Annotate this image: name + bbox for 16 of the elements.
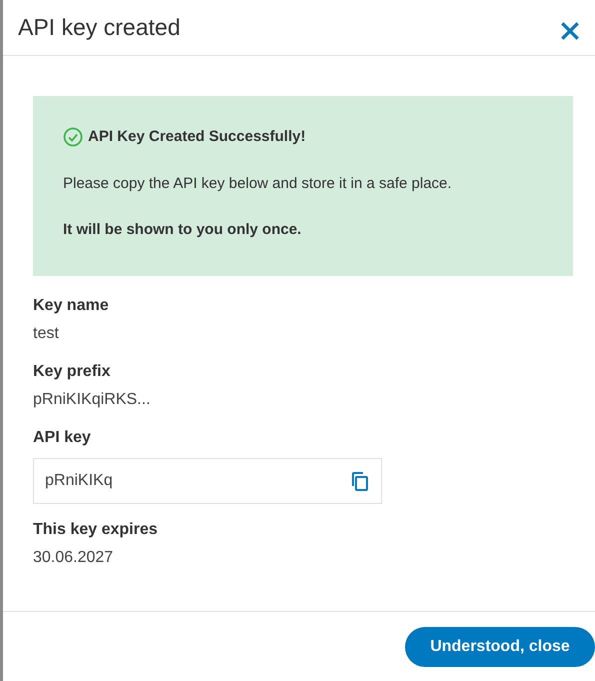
close-icon[interactable] (559, 20, 581, 42)
alert-title: API Key Created Successfully! (88, 127, 306, 147)
check-circle-icon (63, 127, 83, 148)
field-value: pRniKIKqiRKS... (33, 390, 152, 410)
field-label: Key name (33, 296, 110, 316)
field-label: This key expires (33, 520, 159, 540)
close-button[interactable]: Understood, close (405, 626, 595, 666)
api-key-field[interactable]: pRniKIKq (33, 458, 382, 504)
copy-icon[interactable] (350, 470, 370, 492)
field-label: API key (33, 428, 92, 448)
field-value: 30.06.2027 (33, 548, 114, 568)
alert-warning: It will be shown to you only once. (63, 220, 302, 240)
dialog-title: API key created (18, 13, 180, 42)
field-label: Key prefix (33, 362, 112, 382)
field-value: test (33, 324, 60, 344)
alert-message: Please copy the API key below and store it in a safe place. (63, 174, 453, 194)
